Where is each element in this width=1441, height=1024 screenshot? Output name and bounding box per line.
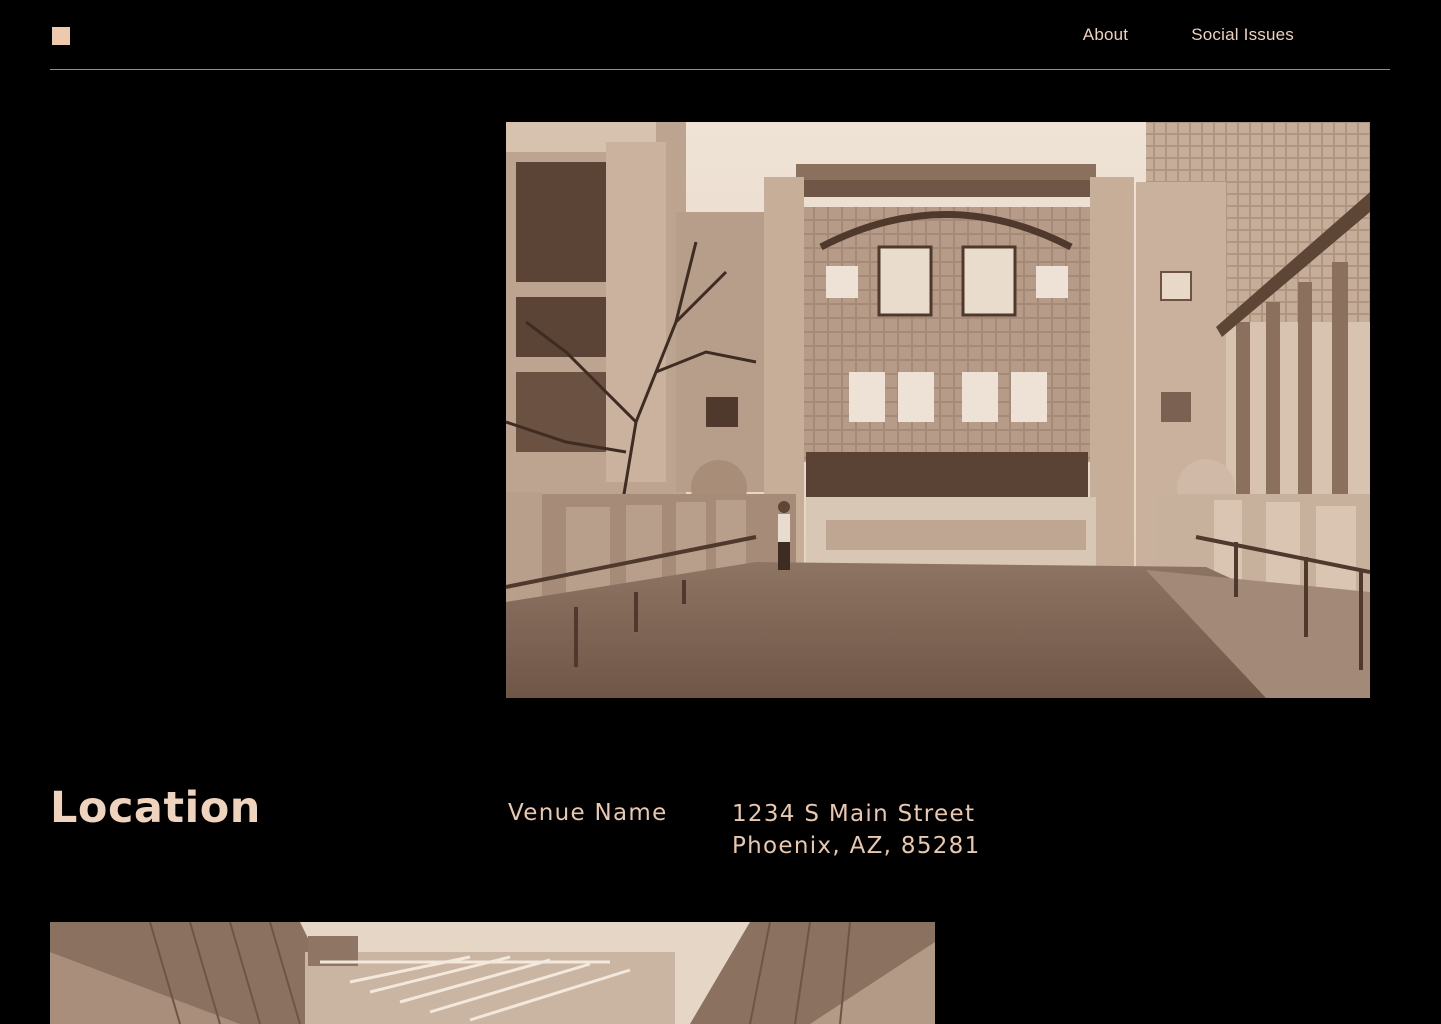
hero-building-photo <box>506 122 1370 698</box>
site-header: About Social Issues <box>50 0 1390 70</box>
venue-address: 1234 S Main Street Phoenix, AZ, 85281 <box>732 798 981 862</box>
main-nav: About Social Issues <box>1083 25 1294 45</box>
page: About Social Issues Location Venue Name … <box>0 0 1441 1024</box>
nav-link-about[interactable]: About <box>1083 25 1128 45</box>
address-line-1: 1234 S Main Street <box>732 801 976 827</box>
location-heading: Location <box>50 783 261 833</box>
square-logo-icon[interactable] <box>52 27 70 45</box>
venue-name: Venue Name <box>508 800 668 826</box>
nav-link-social-issues[interactable]: Social Issues <box>1191 25 1294 45</box>
corridor-photo <box>50 922 935 1024</box>
address-line-2: Phoenix, AZ, 85281 <box>732 833 981 859</box>
